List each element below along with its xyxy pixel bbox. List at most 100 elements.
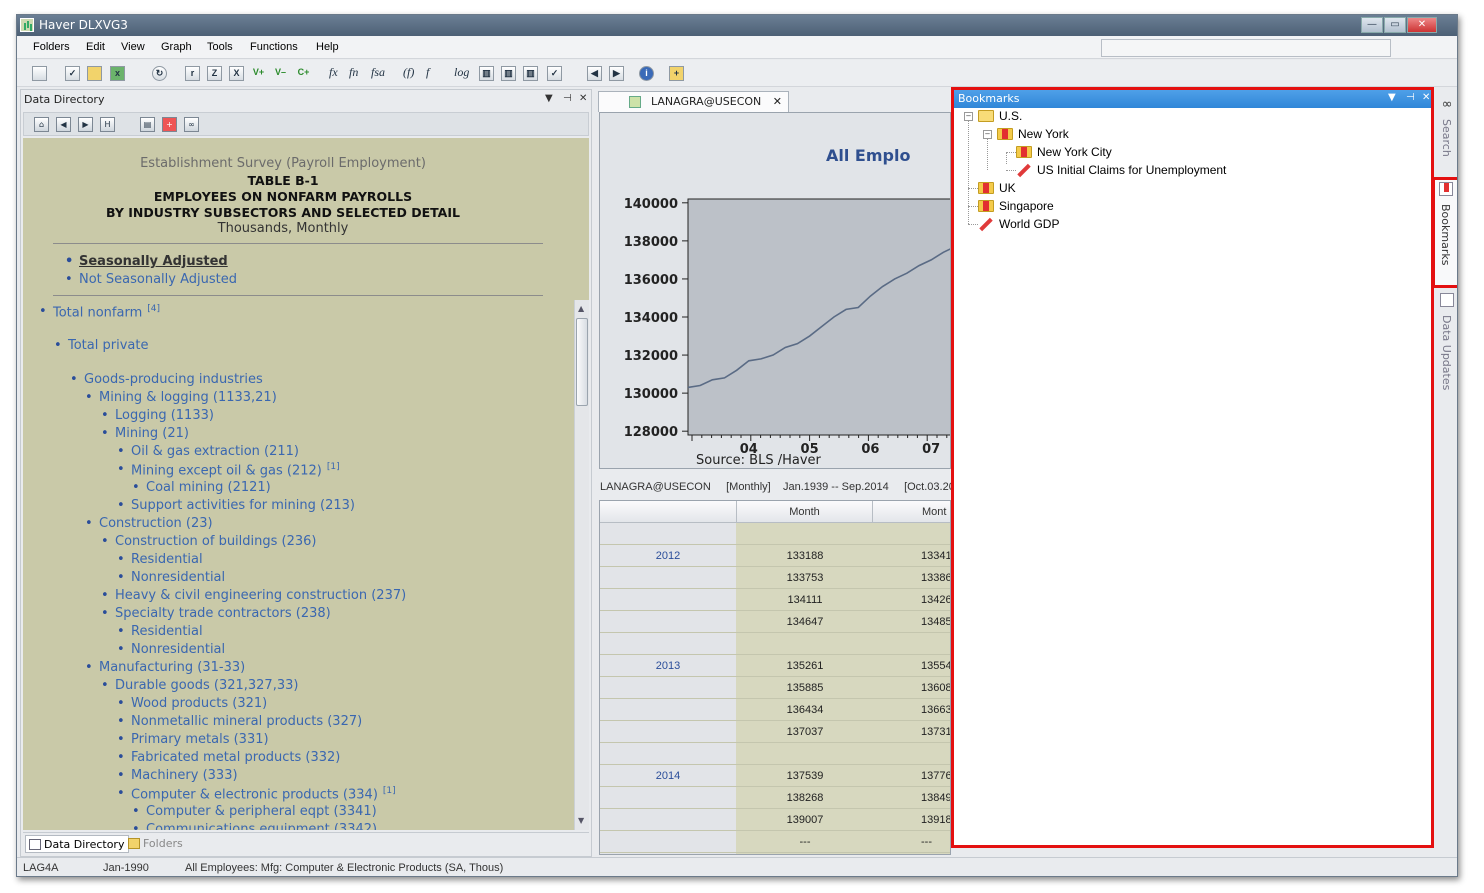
directory-item[interactable]: Logging (1133)	[101, 408, 214, 423]
binoculars-icon[interactable]: ∞	[184, 117, 199, 132]
table-row[interactable]: 139007 13918	[600, 809, 950, 831]
h-icon[interactable]: H	[100, 117, 115, 132]
minimize-button[interactable]: —	[1361, 17, 1383, 33]
cell-value[interactable]: 13849	[921, 787, 950, 809]
directory-scrollbar[interactable]: ▲ ▼	[574, 300, 589, 830]
scroll-thumb[interactable]	[576, 318, 588, 406]
maximize-button[interactable]: ▭	[1384, 17, 1406, 33]
directory-item[interactable]: Manufacturing (31-33)	[85, 660, 245, 675]
cell-value[interactable]: ---	[921, 831, 950, 853]
add-folder-icon[interactable]: +	[669, 66, 684, 81]
table-row[interactable]: 134647 13485	[600, 611, 950, 633]
cell-value[interactable]: 134111	[737, 589, 873, 611]
c-plus-icon[interactable]: C+	[296, 66, 311, 81]
menu-view[interactable]: View	[121, 41, 145, 53]
directory-item[interactable]: Mining except oil & gas (212) [1]	[117, 462, 340, 478]
table-row[interactable]: --- ---	[600, 831, 950, 853]
side-tab-bookmarks[interactable]: Bookmarks	[1432, 177, 1457, 288]
chart-icon[interactable]: ✓	[65, 66, 80, 81]
table-row[interactable]	[600, 633, 950, 655]
directory-item[interactable]: Total nonfarm [4]	[39, 304, 160, 320]
directory-item[interactable]: Residential	[117, 624, 203, 639]
close-button[interactable]: ✕	[1407, 17, 1437, 33]
forward-icon[interactable]: ▶	[609, 66, 624, 81]
menu-graph[interactable]: Graph	[161, 41, 192, 53]
tab-folders[interactable]: Folders	[125, 835, 187, 853]
back-icon[interactable]: ◀	[56, 117, 71, 132]
not-seasonally-adjusted-link[interactable]: Not Seasonally Adjusted	[65, 272, 237, 287]
refresh-icon[interactable]: ↻	[152, 66, 167, 81]
cell-value[interactable]: 13663	[921, 699, 950, 721]
table-row[interactable]	[600, 523, 950, 545]
side-tab-search[interactable]: ∞ Search	[1436, 95, 1457, 167]
directory-item[interactable]: Wood products (321)	[117, 696, 267, 711]
table-row[interactable]: 133753 13386	[600, 567, 950, 589]
directory-item[interactable]: Heavy & civil engineering construction (…	[101, 588, 406, 603]
directory-item[interactable]: Specialty trade contractors (238)	[101, 606, 331, 621]
seasonally-adjusted-link[interactable]: Seasonally Adjusted	[65, 254, 228, 269]
cell-value[interactable]: 13426	[921, 589, 950, 611]
directory-item[interactable]: Primary metals (331)	[117, 732, 269, 747]
menu-tools[interactable]: Tools	[207, 41, 233, 53]
bar-chart-icon[interactable]: ▥	[479, 66, 494, 81]
collapse-new-york-icon[interactable]: –	[983, 130, 992, 139]
dropdown-icon[interactable]: ▼	[545, 93, 553, 104]
pin-icon[interactable]: ⊣	[563, 93, 572, 104]
directory-item[interactable]: Nonresidential	[117, 570, 225, 585]
new-icon[interactable]	[32, 66, 47, 81]
menu-help[interactable]: Help	[316, 41, 339, 53]
directory-item[interactable]: Total private	[54, 338, 149, 353]
directory-item[interactable]: Machinery (333)	[117, 768, 237, 783]
directory-item[interactable]: Oil & gas extraction (211)	[117, 444, 299, 459]
v-plus-icon[interactable]: V+	[251, 66, 266, 81]
table-row[interactable]: 2012 133188 13341	[600, 545, 950, 567]
folder-icon[interactable]	[87, 66, 102, 81]
z-icon[interactable]: Z	[207, 66, 222, 81]
cell-value[interactable]: 137539	[737, 765, 873, 787]
directory-item[interactable]: Nonmetallic mineral products (327)	[117, 714, 362, 729]
menu-functions[interactable]: Functions	[250, 41, 298, 53]
cell-value[interactable]: 136434	[737, 699, 873, 721]
column-chart-icon[interactable]: ▥	[501, 66, 516, 81]
directory-item[interactable]: Computer & electronic products (334) [1]	[117, 786, 396, 802]
tab-data-directory[interactable]: Data Directory	[25, 835, 130, 853]
table-row[interactable]: 2013 135261 13554	[600, 655, 950, 677]
directory-item[interactable]: Durable goods (321,327,33)	[101, 678, 298, 693]
footnote-ref[interactable]: [1]	[383, 786, 396, 796]
cell-value[interactable]: 13731	[921, 721, 950, 743]
directory-item[interactable]: Communications equipment (3342)	[132, 822, 377, 830]
scroll-down-icon[interactable]: ▼	[578, 816, 584, 825]
table-row[interactable]: 2014 137539 13776	[600, 765, 950, 787]
dropdown-icon[interactable]: ▼	[1388, 92, 1396, 103]
table-row[interactable]: 135885 13608	[600, 677, 950, 699]
directory-item[interactable]: Nonresidential	[117, 642, 225, 657]
cell-value[interactable]: 13386	[921, 567, 950, 589]
menu-folders[interactable]: Folders	[33, 41, 70, 53]
cell-value[interactable]: 135261	[737, 655, 873, 677]
side-tab-data-updates[interactable]: Data Updates	[1436, 291, 1457, 411]
fn-icon[interactable]: fn	[349, 65, 358, 80]
directory-item[interactable]: Goods-producing industries	[70, 372, 263, 387]
excel-icon[interactable]: x	[110, 66, 125, 81]
cell-value[interactable]: 134647	[737, 611, 873, 633]
table-row[interactable]: 134111 13426	[600, 589, 950, 611]
directory-item[interactable]: Mining & logging (1133,21)	[85, 390, 277, 405]
info-icon[interactable]: i	[639, 66, 654, 81]
add-icon[interactable]: +	[162, 117, 177, 132]
back-icon[interactable]: ◀	[587, 66, 602, 81]
table-row[interactable]: 136434 13663	[600, 699, 950, 721]
log-icon[interactable]: log	[454, 65, 469, 80]
table-row[interactable]: 138268 13849	[600, 787, 950, 809]
cell-value[interactable]: 133753	[737, 567, 873, 589]
directory-item[interactable]: Construction (23)	[85, 516, 213, 531]
table-row[interactable]: 137037 13731	[600, 721, 950, 743]
fx-icon[interactable]: fx	[329, 65, 338, 80]
directory-item[interactable]: Construction of buildings (236)	[101, 534, 316, 549]
directory-item[interactable]: Coal mining (2121)	[132, 480, 271, 495]
cell-value[interactable]: 139007	[737, 809, 873, 831]
column-header-month[interactable]: Month	[737, 501, 873, 523]
scroll-up-icon[interactable]: ▲	[578, 304, 584, 313]
directory-item[interactable]: Fabricated metal products (332)	[117, 750, 340, 765]
v-minus-icon[interactable]: V–	[273, 66, 288, 81]
cell-value[interactable]: 133188	[737, 545, 873, 567]
